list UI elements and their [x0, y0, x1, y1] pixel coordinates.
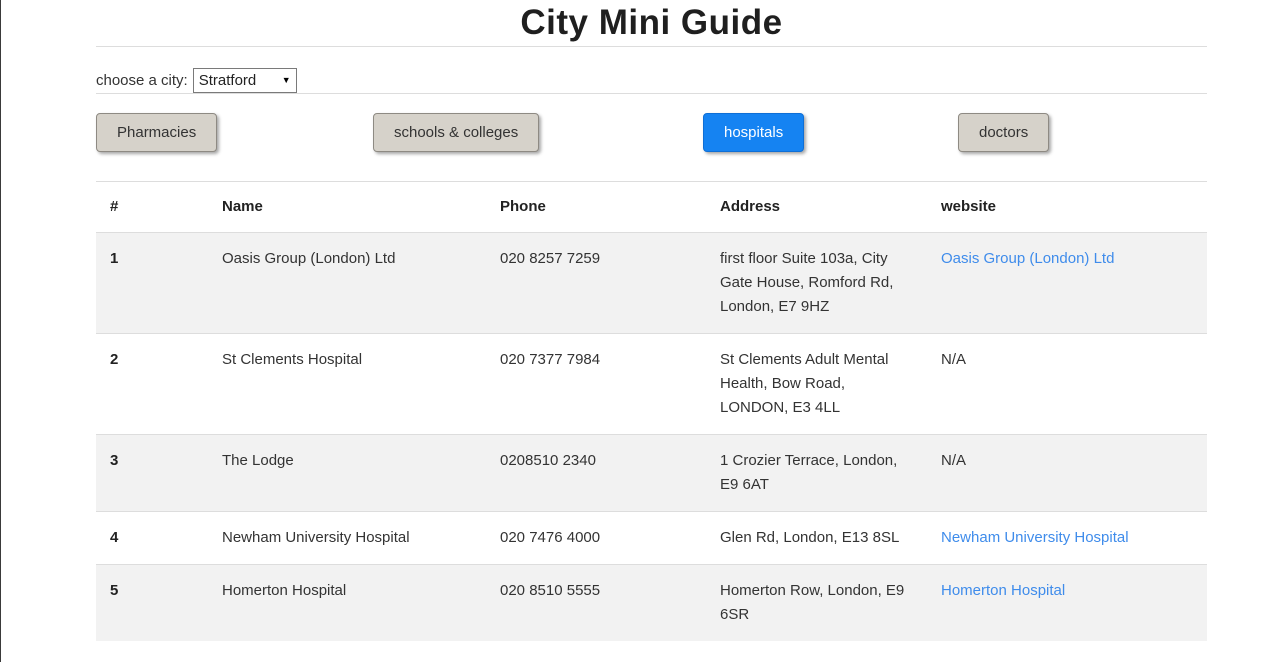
table-row: 4Newham University Hospital020 7476 4000…	[96, 512, 1207, 565]
table-row: 3The Lodge0208510 23401 Crozier Terrace,…	[96, 435, 1207, 512]
hospital-name: St Clements Hospital	[208, 334, 486, 435]
hospital-address: first floor Suite 103a, City Gate House,…	[706, 233, 927, 334]
table-header-row: # Name Phone Address website	[96, 182, 1207, 233]
row-number: 3	[96, 435, 208, 512]
city-select-wrap: Stratford ▼	[193, 68, 297, 93]
table-row: 1Oasis Group (London) Ltd020 8257 7259fi…	[96, 233, 1207, 334]
hospital-website-cell: Homerton Hospital	[927, 565, 1207, 642]
hospital-phone: 020 8257 7259	[486, 233, 706, 334]
row-number: 2	[96, 334, 208, 435]
hospitals-table: # Name Phone Address website 1Oasis Grou…	[96, 181, 1207, 641]
column-header-name: Name	[208, 182, 486, 233]
city-picker-label: choose a city:	[96, 72, 188, 89]
hospital-address: Glen Rd, London, E13 8SL	[706, 512, 927, 565]
hospital-name: Oasis Group (London) Ltd	[208, 233, 486, 334]
divider	[96, 46, 1207, 47]
column-header-phone: Phone	[486, 182, 706, 233]
category-button-bar: Pharmacies schools & colleges hospitals …	[96, 113, 1207, 156]
table-row: 2St Clements Hospital020 7377 7984St Cle…	[96, 334, 1207, 435]
row-number: 1	[96, 233, 208, 334]
hospital-name: Homerton Hospital	[208, 565, 486, 642]
divider	[96, 93, 1207, 94]
hospital-website-cell: N/A	[927, 334, 1207, 435]
table-row: 5Homerton Hospital020 8510 5555Homerton …	[96, 565, 1207, 642]
category-button-pharmacies[interactable]: Pharmacies	[96, 113, 217, 152]
city-picker-row: choose a city: Stratford ▼	[96, 68, 1207, 93]
hospital-website-cell: Newham University Hospital	[927, 512, 1207, 565]
page-title: City Mini Guide	[96, 0, 1207, 46]
column-header-website: website	[927, 182, 1207, 233]
hospital-website-link[interactable]: Oasis Group (London) Ltd	[941, 250, 1114, 267]
category-button-hospitals[interactable]: hospitals	[703, 113, 804, 152]
category-button-schools-colleges[interactable]: schools & colleges	[373, 113, 539, 152]
hospital-phone: 020 7476 4000	[486, 512, 706, 565]
row-number: 5	[96, 565, 208, 642]
category-button-doctors[interactable]: doctors	[958, 113, 1049, 152]
column-header-number: #	[96, 182, 208, 233]
column-header-address: Address	[706, 182, 927, 233]
hospital-phone: 020 7377 7984	[486, 334, 706, 435]
hospital-phone: 020 8510 5555	[486, 565, 706, 642]
hospital-address: St Clements Adult Mental Health, Bow Roa…	[706, 334, 927, 435]
window-left-edge	[0, 0, 1, 662]
hospital-website-cell: N/A	[927, 435, 1207, 512]
city-select[interactable]: Stratford	[193, 68, 297, 93]
row-number: 4	[96, 512, 208, 565]
hospital-website-link[interactable]: Homerton Hospital	[941, 582, 1065, 599]
hospital-name: The Lodge	[208, 435, 486, 512]
main-container: City Mini Guide choose a city: Stratford…	[96, 0, 1207, 641]
hospital-name: Newham University Hospital	[208, 512, 486, 565]
hospital-address: 1 Crozier Terrace, London, E9 6AT	[706, 435, 927, 512]
hospital-website-cell: Oasis Group (London) Ltd	[927, 233, 1207, 334]
hospital-address: Homerton Row, London, E9 6SR	[706, 565, 927, 642]
hospital-website-link[interactable]: Newham University Hospital	[941, 529, 1129, 546]
hospital-phone: 0208510 2340	[486, 435, 706, 512]
hospitals-table-body: 1Oasis Group (London) Ltd020 8257 7259fi…	[96, 233, 1207, 642]
